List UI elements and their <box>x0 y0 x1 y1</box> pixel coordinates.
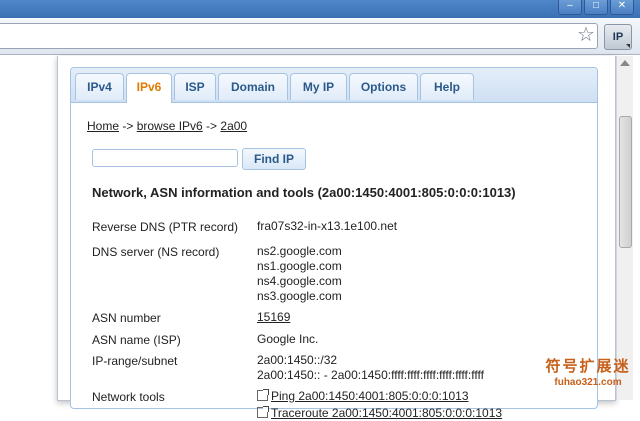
close-button[interactable]: ✕ <box>610 0 634 15</box>
asn-name-value: Google Inc. <box>257 332 319 346</box>
popup-scrollbar[interactable] <box>616 56 633 400</box>
breadcrumb-separator: -> <box>202 119 221 133</box>
tabs-panel: IPv4 IPv6 ISP Domain My IP Options Help … <box>70 67 598 420</box>
tab-ipv6[interactable]: IPv6 <box>126 73 172 103</box>
find-ip-button[interactable]: Find IP <box>242 148 306 170</box>
reverse-dns-label: Reverse DNS (PTR record) <box>92 220 239 234</box>
breadcrumb-browse-link[interactable]: browse IPv6 <box>137 119 203 133</box>
dns-server-item: ns2.google.com <box>257 244 342 258</box>
network-tools-label: Network tools <box>92 390 165 404</box>
asn-number-value-wrap: 15169 <box>257 310 290 325</box>
dns-server-item: ns1.google.com <box>257 259 342 273</box>
reverse-dns-value: fra07s32-in-x13.1e100.net <box>257 219 398 233</box>
external-link-icon <box>257 406 269 418</box>
dns-server-values: ns2.google.com ns1.google.com ns4.google… <box>257 244 342 304</box>
ip-range-item: 2a00:1450:: - 2a00:1450:ffff:ffff:ffff:f… <box>257 368 484 382</box>
breadcrumb-home-link[interactable]: Home <box>87 119 119 133</box>
tab-my-ip[interactable]: My IP <box>290 73 347 100</box>
tab-ipv4[interactable]: IPv4 <box>75 73 124 100</box>
dns-server-item: ns3.google.com <box>257 289 342 303</box>
tab-options[interactable]: Options <box>349 73 418 100</box>
section-heading: Network, ASN information and tools (2a00… <box>92 185 516 200</box>
ip-range-label: IP-range/subnet <box>92 354 178 368</box>
minimize-button[interactable]: – <box>558 0 582 15</box>
asn-name-label: ASN name (ISP) <box>92 333 181 347</box>
ping-link-row[interactable]: Ping 2a00:1450:4001:805:0:0:0:1013 <box>257 389 502 404</box>
ip-search-input[interactable] <box>92 149 238 167</box>
tab-help[interactable]: Help <box>420 73 474 100</box>
watermark-en-text: fuhao321.com <box>554 377 622 388</box>
breadcrumb: Home -> browse IPv6 -> 2a00 <box>87 119 247 133</box>
dns-server-label: DNS server (NS record) <box>92 245 220 259</box>
ip-range-values: 2a00:1450::/32 2a00:1450:: - 2a00:1450:f… <box>257 353 484 383</box>
tab-bar: IPv4 IPv6 ISP Domain My IP Options Help <box>71 68 597 103</box>
external-link-icon <box>257 389 269 401</box>
watermark-cn-text: 符号扩展迷 <box>545 358 631 375</box>
ping-link[interactable]: Ping 2a00:1450:4001:805:0:0:0:1013 <box>271 389 469 403</box>
asn-number-label: ASN number <box>92 311 161 325</box>
window-controls: – □ ✕ <box>558 0 634 15</box>
dns-server-item: ns4.google.com <box>257 274 342 288</box>
asn-number-link[interactable]: 15169 <box>257 310 290 324</box>
scroll-up-arrow-icon[interactable] <box>620 60 630 66</box>
site-watermark: 符号扩展迷 fuhao321.com <box>540 358 636 398</box>
extension-popup: IPv4 IPv6 ISP Domain My IP Options Help … <box>57 56 616 420</box>
corner-arrow-icon <box>626 44 630 48</box>
tab-domain[interactable]: Domain <box>218 73 288 100</box>
breadcrumb-separator: -> <box>119 119 137 133</box>
ip-extension-button[interactable]: IP <box>604 24 632 50</box>
traceroute-link[interactable]: Traceroute 2a00:1450:4001:805:0:0:0:1013 <box>271 406 502 420</box>
browser-title-bar: – □ ✕ <box>0 0 640 18</box>
breadcrumb-current-link[interactable]: 2a00 <box>220 119 247 133</box>
scroll-thumb[interactable] <box>619 116 632 248</box>
traceroute-link-row[interactable]: Traceroute 2a00:1450:4001:805:0:0:0:1013 <box>257 406 502 421</box>
browser-toolbar: ☆ IP <box>0 18 640 55</box>
ip-range-item: 2a00:1450::/32 <box>257 353 338 367</box>
bookmark-star-icon[interactable]: ☆ <box>574 23 598 47</box>
tab-isp[interactable]: ISP <box>174 73 216 100</box>
network-tools-links: Ping 2a00:1450:4001:805:0:0:0:1013 Trace… <box>257 389 502 421</box>
maximize-button[interactable]: □ <box>584 0 608 15</box>
ip-extension-label: IP <box>612 31 624 43</box>
address-bar[interactable] <box>0 23 598 49</box>
